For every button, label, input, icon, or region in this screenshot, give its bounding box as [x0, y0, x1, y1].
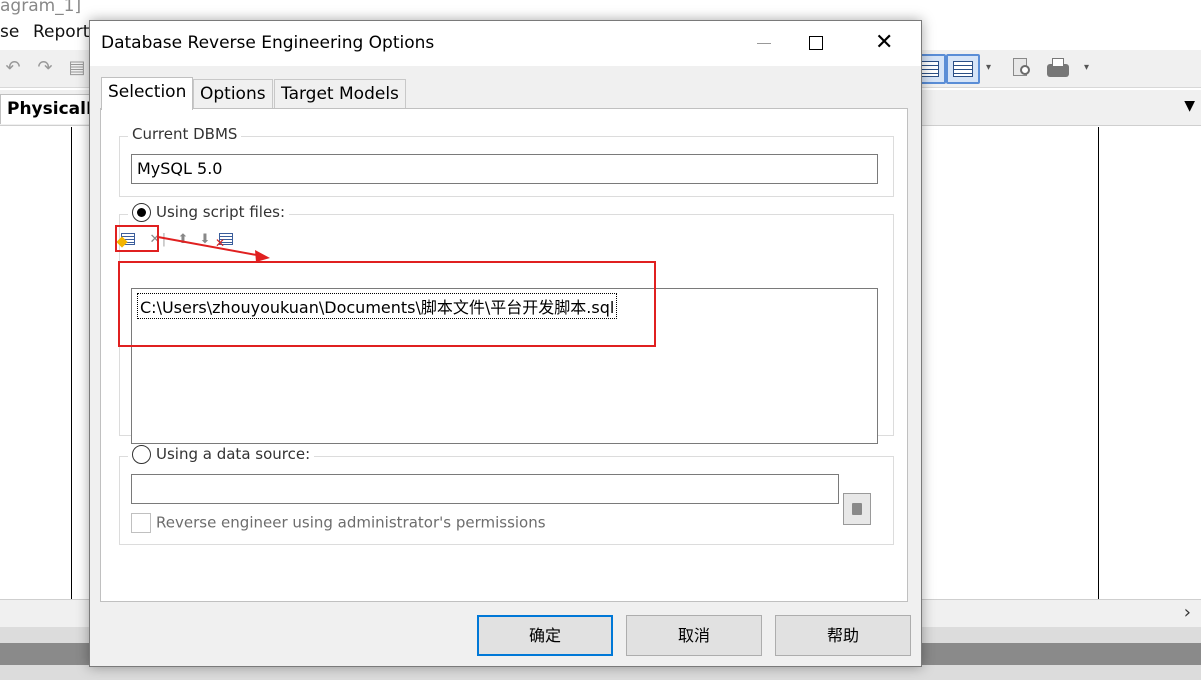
- current-dbms-field[interactable]: MySQL 5.0: [131, 154, 878, 184]
- data-source-radio[interactable]: [132, 445, 151, 464]
- close-button[interactable]: ✕: [855, 21, 917, 66]
- dialog-titlebar[interactable]: Database Reverse Engineering Options ✕: [90, 21, 921, 66]
- page-border-line: [71, 127, 72, 599]
- annotation-highlight-box: [115, 225, 159, 252]
- tab-target-models[interactable]: Target Models: [274, 79, 406, 109]
- undo-icon[interactable]: ↶: [0, 56, 26, 80]
- admin-permissions-label: Reverse engineer using administrator's p…: [156, 513, 546, 532]
- app-title-fragment: agram_1]: [0, 0, 82, 16]
- redo-icon[interactable]: ↷: [32, 56, 58, 80]
- data-source-icon: [852, 503, 862, 515]
- annotation-highlight-box: [118, 261, 656, 347]
- print-preview-icon[interactable]: [1008, 56, 1036, 82]
- table-view-icon[interactable]: [946, 54, 980, 84]
- admin-permissions-option[interactable]: Reverse engineer using administrator's p…: [131, 513, 546, 533]
- maximize-button[interactable]: [785, 21, 847, 66]
- cancel-button[interactable]: 取消: [626, 615, 762, 656]
- help-button[interactable]: 帮助: [775, 615, 911, 656]
- paste-icon[interactable]: ▤: [64, 56, 90, 80]
- data-source-label: Using a data source:: [156, 445, 311, 463]
- toolbar-separator: |: [161, 232, 167, 247]
- tab-list-icon[interactable]: ▼: [1184, 98, 1195, 114]
- data-source-option[interactable]: Using a data source:: [128, 445, 315, 464]
- ok-button[interactable]: 确定: [477, 615, 613, 656]
- data-source-field[interactable]: [131, 474, 839, 504]
- remove-file-icon[interactable]: ✕: [215, 232, 236, 250]
- dialog-title: Database Reverse Engineering Options: [101, 33, 435, 53]
- move-up-icon[interactable]: ⬆: [174, 232, 192, 248]
- selection-panel: Current DBMS MySQL 5.0 Using script file…: [100, 108, 908, 602]
- browse-data-source-button[interactable]: [843, 493, 871, 525]
- toolbar-dropdown-icon[interactable]: ▾: [986, 62, 991, 73]
- tab-selection[interactable]: Selection: [101, 77, 194, 110]
- current-dbms-label: Current DBMS: [128, 125, 242, 143]
- script-files-radio[interactable]: [132, 203, 151, 222]
- script-files-option[interactable]: Using script files:: [128, 203, 290, 222]
- minimize-icon: [757, 43, 771, 44]
- move-down-icon[interactable]: ⬇: [196, 232, 214, 248]
- scroll-right-icon[interactable]: ›: [1184, 602, 1191, 623]
- maximize-icon: [809, 36, 823, 50]
- menu-item-report[interactable]: Report: [33, 22, 89, 42]
- tab-options[interactable]: Options: [193, 79, 273, 109]
- page-border-line: [1098, 127, 1099, 599]
- menu-item-database[interactable]: se: [0, 22, 19, 42]
- close-icon: ✕: [875, 30, 894, 55]
- script-files-label: Using script files:: [156, 203, 286, 221]
- admin-permissions-checkbox[interactable]: [131, 513, 151, 533]
- print-icon[interactable]: [1044, 56, 1072, 82]
- toolbar-dropdown-icon[interactable]: ▾: [1084, 62, 1089, 73]
